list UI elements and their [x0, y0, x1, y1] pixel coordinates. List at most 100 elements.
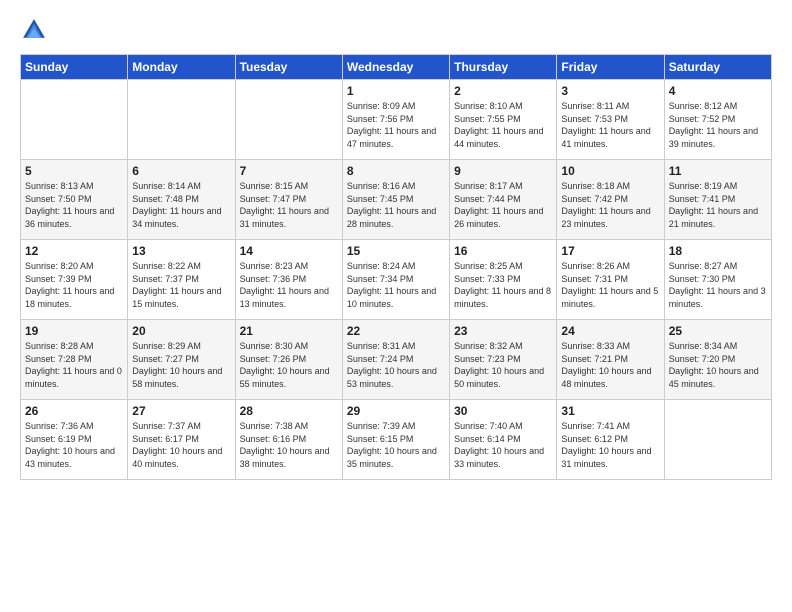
day-number: 26 — [25, 404, 123, 418]
daylight: Daylight: 11 hours and 21 minutes. — [669, 205, 767, 230]
day-info: Sunrise: 7:36 AMSunset: 6:19 PMDaylight:… — [25, 420, 123, 470]
sunset: Sunset: 7:23 PM — [454, 353, 552, 366]
day-cell-13: 13Sunrise: 8:22 AMSunset: 7:37 PMDayligh… — [128, 240, 235, 320]
daylight: Daylight: 10 hours and 53 minutes. — [347, 365, 445, 390]
daylight: Daylight: 10 hours and 31 minutes. — [561, 445, 659, 470]
daylight: Daylight: 11 hours and 47 minutes. — [347, 125, 445, 150]
daylight: Daylight: 10 hours and 50 minutes. — [454, 365, 552, 390]
sunset: Sunset: 7:37 PM — [132, 273, 230, 286]
sunset: Sunset: 6:19 PM — [25, 433, 123, 446]
weekday-wednesday: Wednesday — [342, 55, 449, 80]
day-info: Sunrise: 8:25 AMSunset: 7:33 PMDaylight:… — [454, 260, 552, 310]
day-number: 27 — [132, 404, 230, 418]
daylight: Daylight: 11 hours and 31 minutes. — [240, 205, 338, 230]
day-cell-6: 6Sunrise: 8:14 AMSunset: 7:48 PMDaylight… — [128, 160, 235, 240]
day-number: 1 — [347, 84, 445, 98]
sunrise: Sunrise: 7:39 AM — [347, 420, 445, 433]
day-number: 23 — [454, 324, 552, 338]
sunset: Sunset: 7:24 PM — [347, 353, 445, 366]
sunrise: Sunrise: 7:38 AM — [240, 420, 338, 433]
day-info: Sunrise: 8:16 AMSunset: 7:45 PMDaylight:… — [347, 180, 445, 230]
day-info: Sunrise: 8:22 AMSunset: 7:37 PMDaylight:… — [132, 260, 230, 310]
daylight: Daylight: 10 hours and 45 minutes. — [669, 365, 767, 390]
sunrise: Sunrise: 8:22 AM — [132, 260, 230, 273]
day-cell-31: 31Sunrise: 7:41 AMSunset: 6:12 PMDayligh… — [557, 400, 664, 480]
page: SundayMondayTuesdayWednesdayThursdayFrid… — [0, 0, 792, 612]
empty-cell — [235, 80, 342, 160]
sunrise: Sunrise: 8:16 AM — [347, 180, 445, 193]
daylight: Daylight: 10 hours and 43 minutes. — [25, 445, 123, 470]
sunset: Sunset: 7:33 PM — [454, 273, 552, 286]
daylight: Daylight: 11 hours and 0 minutes. — [25, 365, 123, 390]
sunset: Sunset: 7:47 PM — [240, 193, 338, 206]
sunset: Sunset: 7:39 PM — [25, 273, 123, 286]
day-number: 6 — [132, 164, 230, 178]
sunset: Sunset: 6:15 PM — [347, 433, 445, 446]
week-row-3: 12Sunrise: 8:20 AMSunset: 7:39 PMDayligh… — [21, 240, 772, 320]
day-number: 14 — [240, 244, 338, 258]
day-info: Sunrise: 8:33 AMSunset: 7:21 PMDaylight:… — [561, 340, 659, 390]
daylight: Daylight: 11 hours and 44 minutes. — [454, 125, 552, 150]
sunset: Sunset: 7:21 PM — [561, 353, 659, 366]
sunset: Sunset: 6:17 PM — [132, 433, 230, 446]
day-number: 16 — [454, 244, 552, 258]
day-cell-24: 24 Sunrise: 8:33 AMSunset: 7:21 PMDayligh… — [557, 320, 664, 400]
day-info: Sunrise: 8:20 AMSunset: 7:39 PMDaylight:… — [25, 260, 123, 310]
daylight: Daylight: 11 hours and 15 minutes. — [132, 285, 230, 310]
sunrise: Sunrise: 8:10 AM — [454, 100, 552, 113]
day-info: Sunrise: 8:32 AMSunset: 7:23 PMDaylight:… — [454, 340, 552, 390]
sunset: Sunset: 7:28 PM — [25, 353, 123, 366]
daylight: Daylight: 11 hours and 26 minutes. — [454, 205, 552, 230]
empty-cell — [21, 80, 128, 160]
daylight: Daylight: 10 hours and 40 minutes. — [132, 445, 230, 470]
daylight: Daylight: 10 hours and 38 minutes. — [240, 445, 338, 470]
daylight: Daylight: 11 hours and 5 minutes. — [561, 285, 659, 310]
sunrise: Sunrise: 8:34 AM — [669, 340, 767, 353]
day-info: Sunrise: 8:15 AMSunset: 7:47 PMDaylight:… — [240, 180, 338, 230]
sunrise: Sunrise: 8:26 AM — [561, 260, 659, 273]
week-row-5: 26Sunrise: 7:36 AMSunset: 6:19 PMDayligh… — [21, 400, 772, 480]
sunrise: Sunrise: 8:09 AM — [347, 100, 445, 113]
day-number: 15 — [347, 244, 445, 258]
sunrise: Sunrise: 7:41 AM — [561, 420, 659, 433]
daylight: Daylight: 11 hours and 23 minutes. — [561, 205, 659, 230]
day-info: Sunrise: 8:18 AMSunset: 7:42 PMDaylight:… — [561, 180, 659, 230]
day-number: 18 — [669, 244, 767, 258]
day-info: Sunrise: 7:40 AMSunset: 6:14 PMDaylight:… — [454, 420, 552, 470]
daylight: Daylight: 10 hours and 55 minutes. — [240, 365, 338, 390]
weekday-tuesday: Tuesday — [235, 55, 342, 80]
sunset: Sunset: 7:41 PM — [669, 193, 767, 206]
sunrise: Sunrise: 8:32 AM — [454, 340, 552, 353]
day-cell-16: 16 Sunrise: 8:25 AMSunset: 7:33 PMDayligh… — [450, 240, 557, 320]
day-number: 3 — [561, 84, 659, 98]
header — [20, 16, 772, 44]
daylight: Daylight: 11 hours and 10 minutes. — [347, 285, 445, 310]
logo-icon — [20, 16, 48, 44]
sunrise: Sunrise: 7:37 AM — [132, 420, 230, 433]
day-number: 24 — [561, 324, 659, 338]
sunrise: Sunrise: 8:14 AM — [132, 180, 230, 193]
day-cell-10: 10Sunrise: 8:18 AMSunset: 7:42 PMDayligh… — [557, 160, 664, 240]
day-cell-26: 26 Sunrise: 7:36 AMSunset: 6:19 PMDayligh… — [21, 400, 128, 480]
day-cell-23: 23 Sunrise: 8:32 AMSunset: 7:23 PMDayligh… — [450, 320, 557, 400]
sunset: Sunset: 7:31 PM — [561, 273, 659, 286]
sunrise: Sunrise: 8:24 AM — [347, 260, 445, 273]
day-number: 19 — [25, 324, 123, 338]
day-number: 2 — [454, 84, 552, 98]
day-info: Sunrise: 8:09 AMSunset: 7:56 PMDaylight:… — [347, 100, 445, 150]
daylight: Daylight: 10 hours and 58 minutes. — [132, 365, 230, 390]
day-cell-30: 30Sunrise: 7:40 AMSunset: 6:14 PMDayligh… — [450, 400, 557, 480]
sunset: Sunset: 6:16 PM — [240, 433, 338, 446]
sunrise: Sunrise: 7:40 AM — [454, 420, 552, 433]
sunset: Sunset: 7:26 PM — [240, 353, 338, 366]
weekday-saturday: Saturday — [664, 55, 771, 80]
day-info: Sunrise: 8:26 AMSunset: 7:31 PMDaylight:… — [561, 260, 659, 310]
sunrise: Sunrise: 7:36 AM — [25, 420, 123, 433]
sunrise: Sunrise: 8:27 AM — [669, 260, 767, 273]
weekday-header-row: SundayMondayTuesdayWednesdayThursdayFrid… — [21, 55, 772, 80]
day-info: Sunrise: 8:28 AMSunset: 7:28 PMDaylight:… — [25, 340, 123, 390]
weekday-monday: Monday — [128, 55, 235, 80]
sunrise: Sunrise: 8:13 AM — [25, 180, 123, 193]
day-cell-7: 7Sunrise: 8:15 AMSunset: 7:47 PMDaylight… — [235, 160, 342, 240]
sunset: Sunset: 7:53 PM — [561, 113, 659, 126]
